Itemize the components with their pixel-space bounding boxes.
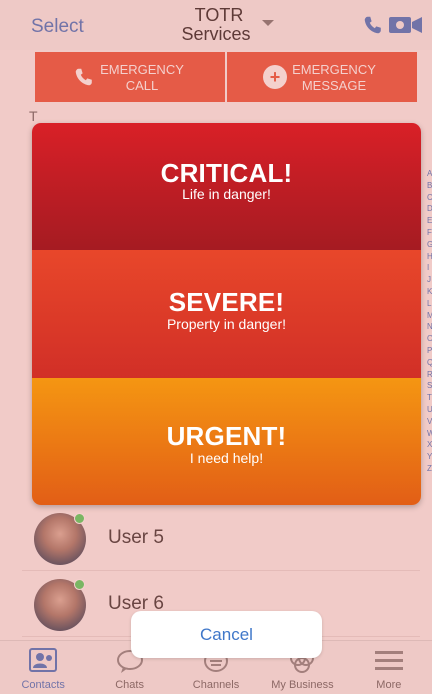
critical-subtitle: Life in danger! [182,186,271,202]
critical-title: CRITICAL! [160,158,293,188]
urgent-title: URGENT! [166,421,287,451]
urgent-subtitle: I need help! [189,450,264,466]
severity-picker: CRITICAL! Life in danger! SEVERE! Proper… [32,123,421,505]
critical-option[interactable]: CRITICAL! Life in danger! [32,123,421,250]
severe-subtitle: Property in danger! [166,316,287,332]
severe-option[interactable]: SEVERE! Property in danger! [32,250,421,378]
cancel-button[interactable]: Cancel [131,611,322,658]
urgent-option[interactable]: URGENT! I need help! [32,378,421,505]
severe-title: SEVERE! [168,287,285,317]
